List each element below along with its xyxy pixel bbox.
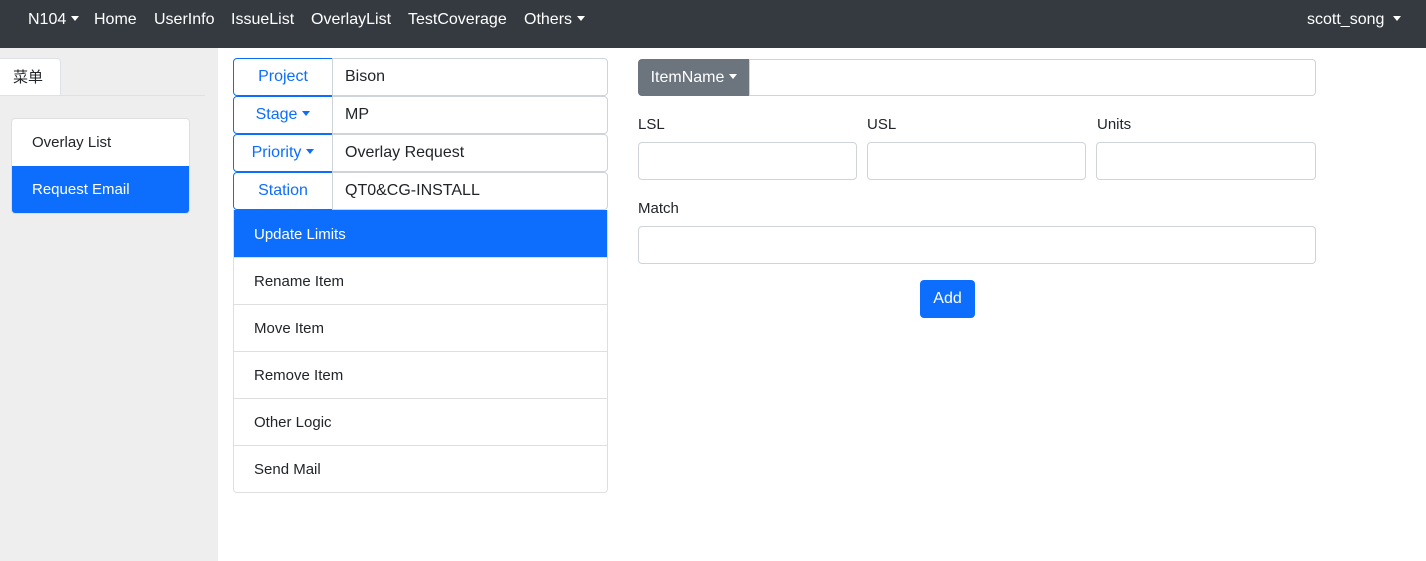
caret-down-icon xyxy=(302,111,311,116)
priority-dropdown-button[interactable]: Priority xyxy=(233,134,333,172)
sidebar-item-request-email[interactable]: Request Email xyxy=(12,166,189,213)
stage-dropdown-button[interactable]: Stage xyxy=(233,96,333,134)
units-label: Units xyxy=(1097,116,1132,133)
station-value[interactable]: QT0&CG-INSTALL xyxy=(332,172,608,210)
station-group: Station QT0&CG-INSTALL xyxy=(233,172,608,210)
nav-home[interactable]: Home xyxy=(94,0,137,40)
user-dropdown[interactable]: scott_song xyxy=(1307,0,1402,40)
brand-label: N104 xyxy=(28,11,67,28)
caret-down-icon xyxy=(577,16,586,21)
sidebar: 菜单 Overlay List Request Email xyxy=(0,48,218,561)
itemname-input[interactable] xyxy=(749,59,1316,96)
sidebar-menu: Overlay List Request Email xyxy=(11,118,190,214)
user-name: scott_song xyxy=(1307,11,1385,28)
priority-label: Priority xyxy=(251,144,302,161)
project-group: Project Bison xyxy=(233,58,608,96)
nav-others-dropdown[interactable]: Others xyxy=(524,0,586,40)
top-navbar: N104 Home UserInfo IssueList OverlayList… xyxy=(0,0,1426,48)
brand-dropdown[interactable]: N104 xyxy=(28,0,80,40)
menu-tab[interactable]: 菜单 xyxy=(0,58,61,96)
others-label: Others xyxy=(524,11,573,28)
match-label: Match xyxy=(638,200,679,217)
match-input[interactable] xyxy=(638,226,1316,264)
action-remove-item[interactable]: Remove Item xyxy=(234,351,607,398)
caret-down-icon xyxy=(1393,16,1402,21)
usl-label: USL xyxy=(867,116,897,133)
stage-label: Stage xyxy=(255,106,298,123)
action-list: Update Limits Rename Item Move Item Remo… xyxy=(233,210,608,493)
station-button[interactable]: Station xyxy=(233,172,333,210)
sidebar-item-overlay-list[interactable]: Overlay List xyxy=(12,119,189,166)
action-rename-item[interactable]: Rename Item xyxy=(234,257,607,304)
lsl-input[interactable] xyxy=(638,142,857,180)
action-update-limits[interactable]: Update Limits xyxy=(234,210,607,257)
action-send-mail[interactable]: Send Mail xyxy=(234,445,607,492)
project-value[interactable]: Bison xyxy=(332,58,608,96)
nav-overlaylist[interactable]: OverlayList xyxy=(311,0,391,40)
stage-group: Stage MP xyxy=(233,96,608,134)
nav-userinfo[interactable]: UserInfo xyxy=(154,0,214,40)
itemname-label: ItemName xyxy=(650,69,725,86)
nav-issuelist[interactable]: IssueList xyxy=(231,0,294,40)
priority-group: Priority Overlay Request xyxy=(233,134,608,172)
priority-value[interactable]: Overlay Request xyxy=(332,134,608,172)
tab-divider xyxy=(0,95,205,96)
lsl-label: LSL xyxy=(638,116,665,133)
action-move-item[interactable]: Move Item xyxy=(234,304,607,351)
add-button[interactable]: Add xyxy=(920,280,975,318)
usl-input[interactable] xyxy=(867,142,1086,180)
nav-testcoverage[interactable]: TestCoverage xyxy=(408,0,507,40)
caret-down-icon xyxy=(729,74,738,79)
action-other-logic[interactable]: Other Logic xyxy=(234,398,607,445)
project-button[interactable]: Project xyxy=(233,58,333,96)
caret-down-icon xyxy=(306,149,315,154)
stage-value[interactable]: MP xyxy=(332,96,608,134)
caret-down-icon xyxy=(71,16,80,21)
itemname-dropdown-button[interactable]: ItemName xyxy=(638,59,750,96)
units-input[interactable] xyxy=(1096,142,1316,180)
